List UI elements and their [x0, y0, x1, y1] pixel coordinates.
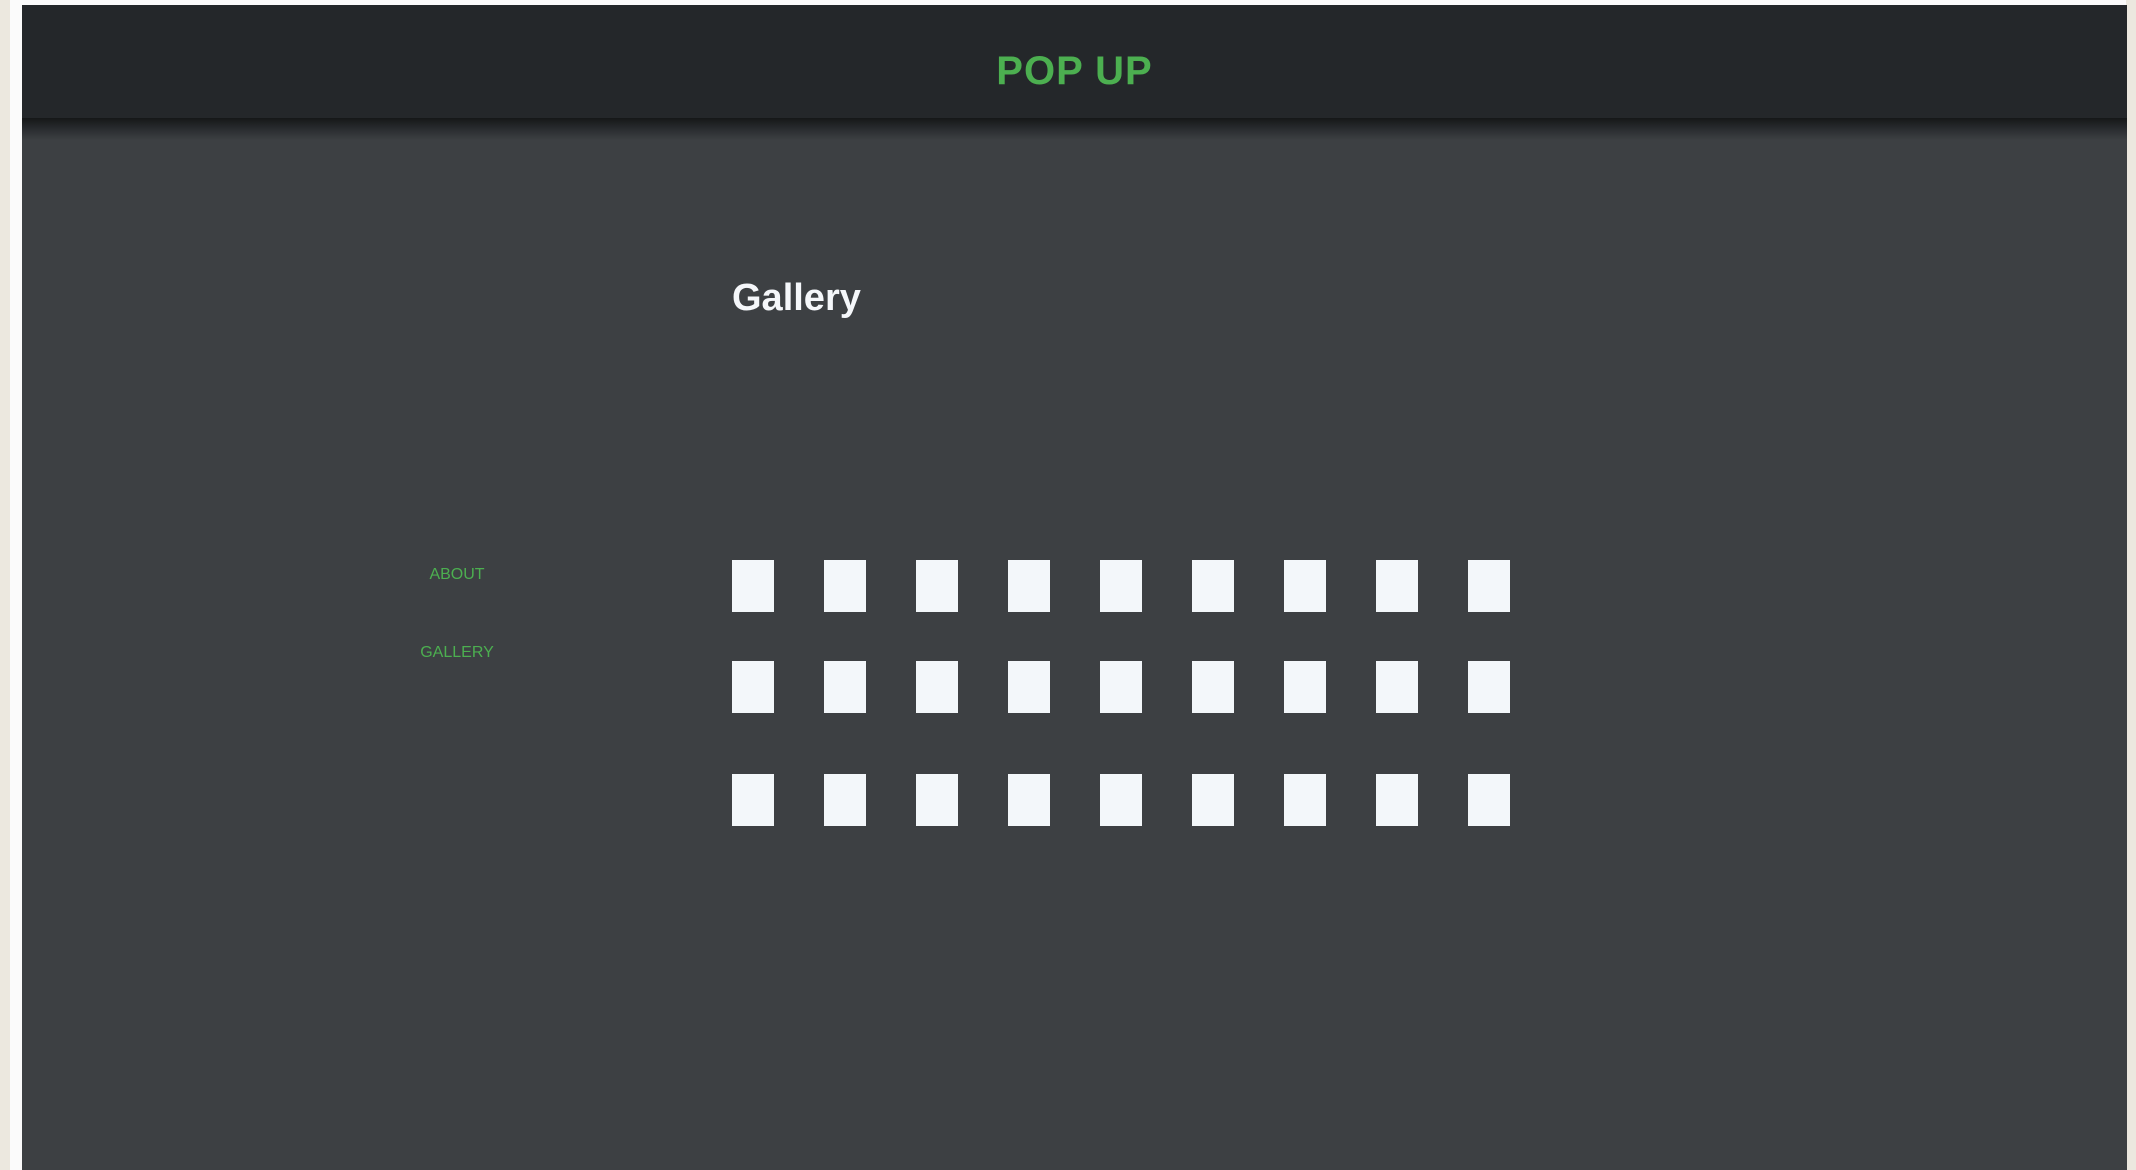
gallery-thumbnail[interactable] — [1192, 560, 1234, 612]
gallery-thumbnail[interactable] — [1100, 560, 1142, 612]
gallery-thumbnail[interactable] — [916, 774, 958, 826]
nav-link-gallery[interactable]: GALLERY — [382, 643, 532, 663]
gallery-thumbnail[interactable] — [1284, 774, 1326, 826]
gallery-thumbnail[interactable] — [1468, 774, 1510, 826]
gallery-thumbnail[interactable] — [732, 560, 774, 612]
top-bar-shadow — [22, 118, 2127, 140]
nav-link-about[interactable]: ABOUT — [382, 565, 532, 585]
gallery-thumbnail[interactable] — [1008, 560, 1050, 612]
gallery-thumbnail[interactable] — [1468, 560, 1510, 612]
brand-title[interactable]: POP UP — [22, 45, 2127, 97]
page-title: Gallery — [732, 277, 861, 319]
gallery-thumbnail[interactable] — [1008, 774, 1050, 826]
gallery-thumbnail[interactable] — [1192, 774, 1234, 826]
app-window: POP UP Gallery ABOUT GALLERY — [22, 5, 2127, 1170]
gallery-thumbnail[interactable] — [824, 661, 866, 713]
gallery-thumbnail[interactable] — [1192, 661, 1234, 713]
gallery-thumbnail[interactable] — [732, 774, 774, 826]
gallery-thumbnail[interactable] — [1376, 661, 1418, 713]
gallery-thumbnail[interactable] — [916, 560, 958, 612]
gallery-thumbnail[interactable] — [732, 661, 774, 713]
gallery-thumbnail[interactable] — [1284, 560, 1326, 612]
gallery-thumbnail[interactable] — [1100, 774, 1142, 826]
gallery-thumbnail[interactable] — [1008, 661, 1050, 713]
gallery-thumbnail[interactable] — [824, 774, 866, 826]
gallery-thumbnail[interactable] — [824, 560, 866, 612]
gallery-thumbnail[interactable] — [1284, 661, 1326, 713]
gallery-thumbnail[interactable] — [916, 661, 958, 713]
gallery-thumbnail[interactable] — [1468, 661, 1510, 713]
gallery-thumbnail[interactable] — [1100, 661, 1142, 713]
gallery-grid — [732, 560, 1532, 837]
top-bar: POP UP — [22, 5, 2127, 118]
gallery-thumbnail[interactable] — [1376, 774, 1418, 826]
gallery-thumbnail[interactable] — [1376, 560, 1418, 612]
